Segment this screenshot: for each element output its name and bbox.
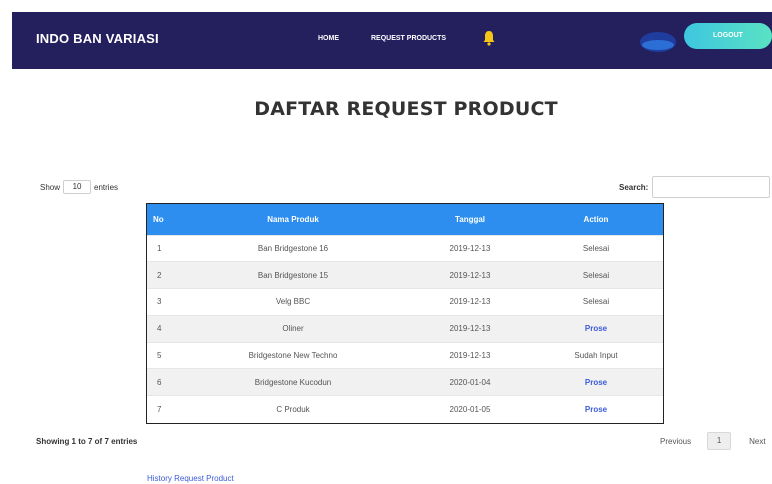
table-row: 5 Bridgestone New Techno 2019-12-13 Suda… [147,341,663,369]
cell-no: 4 [147,314,175,343]
search-label: Search: [619,182,649,192]
search-input[interactable] [652,176,771,198]
page-title: DAFTAR REQUEST PRODUCT [254,98,558,120]
cell-action: Selesai [529,234,663,262]
cell-name: Bridgestone Kucodun [175,368,411,396]
history-request-product-link[interactable]: History Request Product [147,474,234,483]
cell-action: Sudah Input [529,341,663,369]
entries-select[interactable]: 10 [63,180,92,194]
action-process-link[interactable]: Prose [529,395,663,423]
table-row: 1 Ban Bridgestone 16 2019-12-13 Selesai [147,234,663,262]
nav-link-home[interactable]: HOME [318,35,339,42]
cell-action: Selesai [529,261,663,289]
pagination-page-button[interactable]: 1 [707,432,732,450]
cell-no: 3 [147,288,175,316]
bell-icon[interactable] [482,30,496,46]
nav-link-request-products[interactable]: REQUEST PRODUCTS [371,35,446,42]
cell-name: Oliner [175,314,411,343]
table-info-text: Showing 1 to 7 of 7 entries [36,437,138,446]
column-header-name[interactable]: Nama Produk [175,204,411,235]
cell-no: 6 [147,368,175,396]
show-label: Show [40,182,61,192]
cell-date: 2020-01-04 [411,368,529,396]
cell-date: 2019-12-13 [411,261,529,289]
cell-date: 2020-01-05 [411,395,529,423]
cell-date: 2019-12-13 [411,314,529,343]
top-navbar: INDO BAN VARIASI HOME REQUEST PRODUCTS L… [12,12,772,69]
table-header-row: No Nama Produk Tanggal Action [147,204,663,235]
column-header-date[interactable]: Tanggal [411,204,529,235]
cell-name: Bridgestone New Techno [175,341,411,369]
cell-date: 2019-12-13 [411,234,529,262]
column-header-no[interactable]: No [147,204,175,235]
cell-name: C Produk [175,395,411,423]
cell-name: Velg BBC [175,288,411,316]
action-process-link[interactable]: Prose [529,314,663,343]
action-process-link[interactable]: Prose [529,368,663,396]
cell-no: 2 [147,261,175,289]
cell-no: 5 [147,341,175,369]
search-control: Search: [619,176,771,198]
cell-date: 2019-12-13 [411,288,529,316]
pagination-next-button[interactable]: Next [749,437,765,446]
brand-logo-text[interactable]: INDO BAN VARIASI [36,31,159,46]
cell-no: 7 [147,395,175,423]
pagination: Previous 1 Next [660,432,766,450]
pagination-previous-button[interactable]: Previous [660,437,691,446]
cell-date: 2019-12-13 [411,341,529,369]
table-row: 3 Velg BBC 2019-12-13 Selesai [147,288,663,316]
entries-length-control: Show 10 entries [40,180,118,194]
table-body: 1 Ban Bridgestone 16 2019-12-13 Selesai … [147,234,663,423]
column-header-action[interactable]: Action [529,204,663,235]
cell-name: Ban Bridgestone 16 [175,234,411,262]
request-product-table: No Nama Produk Tanggal Action 1 Ban Brid… [146,203,664,424]
table-row: 4 Oliner 2019-12-13 Prose [147,314,663,343]
logout-button[interactable]: LOGOUT [684,23,772,49]
profile-avatar-icon[interactable] [636,26,676,54]
cell-action: Selesai [529,288,663,316]
table-row: 2 Ban Bridgestone 15 2019-12-13 Selesai [147,261,663,289]
table-row: 6 Bridgestone Kucodun 2020-01-04 Prose [147,368,663,396]
entries-label: entries [94,182,119,192]
cell-no: 1 [147,234,175,262]
cell-name: Ban Bridgestone 15 [175,261,411,289]
table-row: 7 C Produk 2020-01-05 Prose [147,395,663,423]
